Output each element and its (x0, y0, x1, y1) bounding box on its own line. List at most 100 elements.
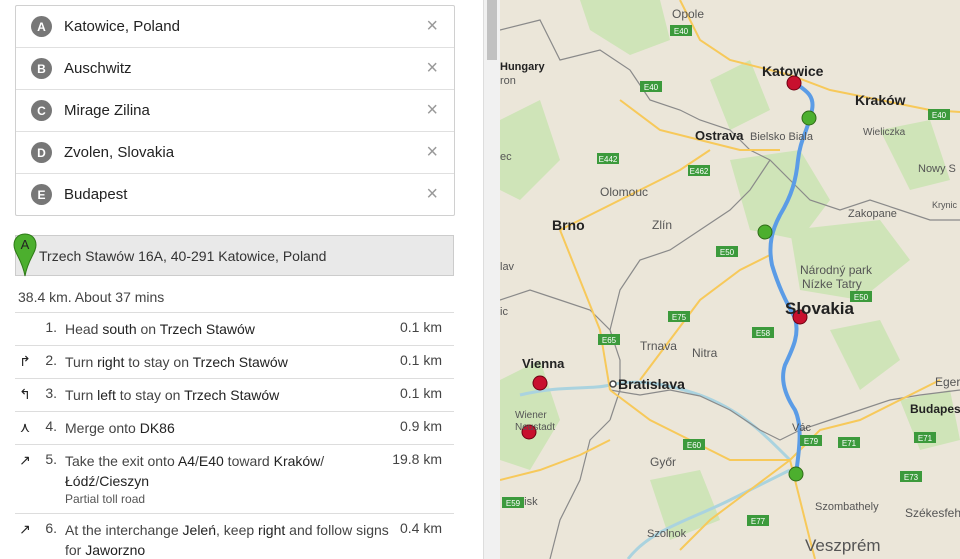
turn-icon (15, 313, 35, 345)
road-label: E40 (932, 111, 947, 120)
waypoint-name[interactable]: Budapest (64, 186, 127, 203)
road-shield: E50 (716, 246, 738, 257)
waypoint-badge: E (31, 184, 52, 205)
city-label: Vienna (522, 356, 565, 371)
city-label: ec (500, 151, 512, 163)
step-number: 4. (45, 418, 57, 434)
city-label: Trnava (640, 339, 677, 353)
road-shield: E50 (850, 291, 872, 302)
city-label: Olomouc (600, 185, 648, 199)
marker-e-icon[interactable] (788, 466, 804, 482)
waypoint-name[interactable]: Mirage Zilina (64, 102, 150, 119)
city-label: Wieliczka (863, 127, 906, 138)
step-text: Turn (65, 387, 98, 403)
step-highlight: Trzech Stawów (184, 387, 280, 403)
waypoint-name[interactable]: Auschwitz (64, 60, 132, 77)
step-text: Head (65, 321, 103, 337)
remove-waypoint-icon[interactable]: × (426, 16, 438, 36)
city-label: Katowice (762, 63, 824, 79)
road-label: E60 (687, 441, 702, 450)
city-label: Wiener (515, 410, 547, 421)
city-label: Národný park (800, 263, 873, 277)
step-highlight: E40 (198, 453, 224, 469)
marker-c-icon[interactable] (757, 224, 773, 240)
step-number: 2. (45, 352, 57, 368)
scrollbar[interactable] (483, 0, 500, 559)
bratislava-dot-icon (609, 380, 617, 388)
road-label: E40 (674, 27, 689, 36)
step-instruction: Take the exit onto A4/E40 toward Kraków/… (65, 445, 395, 513)
step-text: , keep (216, 522, 259, 538)
map-canvas[interactable]: Opole Katowice Kraków Wieliczka Ostrava Biels… (500, 0, 960, 559)
road-label: E462 (690, 167, 709, 176)
step-distance: 19.8 km (392, 451, 442, 467)
road-shield: E40 (928, 109, 950, 120)
step-highlight: Trzech Stawów (159, 321, 255, 337)
city-label: ron (500, 75, 516, 87)
city-label: Szolnok (647, 528, 687, 540)
direction-step[interactable]: ↗ 6. At the interchange Jeleń, keep right … (15, 513, 454, 559)
waypoint-badge: B (31, 58, 52, 79)
road-shield: E75 (668, 311, 690, 322)
step-highlight: Jeleń (182, 522, 216, 538)
turn-icon: ↗ (19, 452, 31, 468)
marker-vienna-icon[interactable] (532, 375, 548, 391)
direction-step[interactable]: ↗ 5. Take the exit onto A4 / E40 toward Krak… (15, 444, 454, 513)
waypoint-a[interactable]: A Katowice, Poland × (16, 6, 454, 48)
step-text: Merge onto (65, 420, 140, 436)
road-shield: E462 (688, 165, 710, 176)
start-address[interactable]: A Trzech Stawów 16A, 40-291 Katowice, Po… (13, 233, 454, 277)
remove-waypoint-icon[interactable]: × (426, 142, 438, 162)
waypoint-c[interactable]: C Mirage Zilina × (16, 90, 454, 132)
city-label: Nowy S (918, 163, 956, 175)
remove-waypoint-icon[interactable]: × (426, 100, 438, 120)
step-number: 6. (45, 520, 57, 536)
step-highlight: Kraków (273, 453, 321, 469)
step-highlight: right (97, 354, 125, 370)
city-label: Ostrava (695, 128, 744, 143)
road-label: E71 (842, 439, 857, 448)
direction-step[interactable]: ⋏ 4. Merge onto DK86 0.9 km (15, 411, 454, 444)
city-label: Budapest (910, 402, 960, 416)
city-label: Győr (650, 455, 676, 469)
city-label: Bratislava (618, 376, 685, 392)
start-marker-letter: A (21, 237, 30, 252)
road-label: E50 (720, 248, 735, 257)
city-label: Kraków (855, 92, 906, 108)
marker-b-icon[interactable] (801, 110, 817, 126)
waypoint-name[interactable]: Katowice, Poland (64, 18, 180, 35)
step-instruction: Merge onto DK86 (65, 412, 395, 444)
waypoint-b[interactable]: B Auschwitz × (16, 48, 454, 90)
direction-step[interactable]: 1. Head south on Trzech Stawów 0.1 km (15, 312, 454, 345)
map[interactable]: Opole Katowice Kraków Wieliczka Ostrava Biels… (500, 0, 960, 559)
road-label: E79 (804, 437, 819, 446)
step-highlight: DK86 (139, 420, 175, 436)
direction-step[interactable]: ↱ 2. Turn right to stay on Trzech Stawów 0.… (15, 345, 454, 378)
step-note: Partial toll road (65, 492, 146, 506)
remove-waypoint-icon[interactable]: × (426, 58, 438, 78)
city-label: Opole (672, 7, 704, 21)
waypoint-name[interactable]: Zvolen, Slovakia (64, 144, 174, 161)
scrollbar-thumb[interactable] (487, 0, 497, 60)
city-label: Eger (935, 375, 960, 389)
step-highlight: Cieszyn (99, 473, 150, 489)
road-label: E50 (854, 293, 869, 302)
step-text: / (320, 453, 325, 469)
start-address-text: Trzech Stawów 16A, 40-291 Katowice, Pola… (39, 247, 327, 264)
city-label: Hungary (500, 61, 546, 73)
waypoint-badge: C (31, 100, 52, 121)
road-label: E40 (644, 83, 659, 92)
waypoint-d[interactable]: D Zvolen, Slovakia × (16, 132, 454, 174)
road-label: E73 (904, 473, 919, 482)
step-number: 3. (45, 385, 57, 401)
remove-waypoint-icon[interactable]: × (426, 184, 438, 204)
step-highlight: Trzech Stawów (192, 354, 288, 370)
direction-step[interactable]: ↰ 3. Turn left to stay on Trzech Stawów 0.1… (15, 378, 454, 411)
step-instruction: Turn right to stay on Trzech Stawów (65, 346, 395, 378)
step-instruction: Turn left to stay on Trzech Stawów (65, 379, 395, 411)
turn-icon: ↱ (19, 353, 31, 369)
step-highlight: Jaworzno (85, 542, 146, 558)
road-shield: E40 (670, 25, 692, 36)
waypoint-e[interactable]: E Budapest × (16, 174, 454, 215)
road-shield: E442 (597, 153, 619, 164)
